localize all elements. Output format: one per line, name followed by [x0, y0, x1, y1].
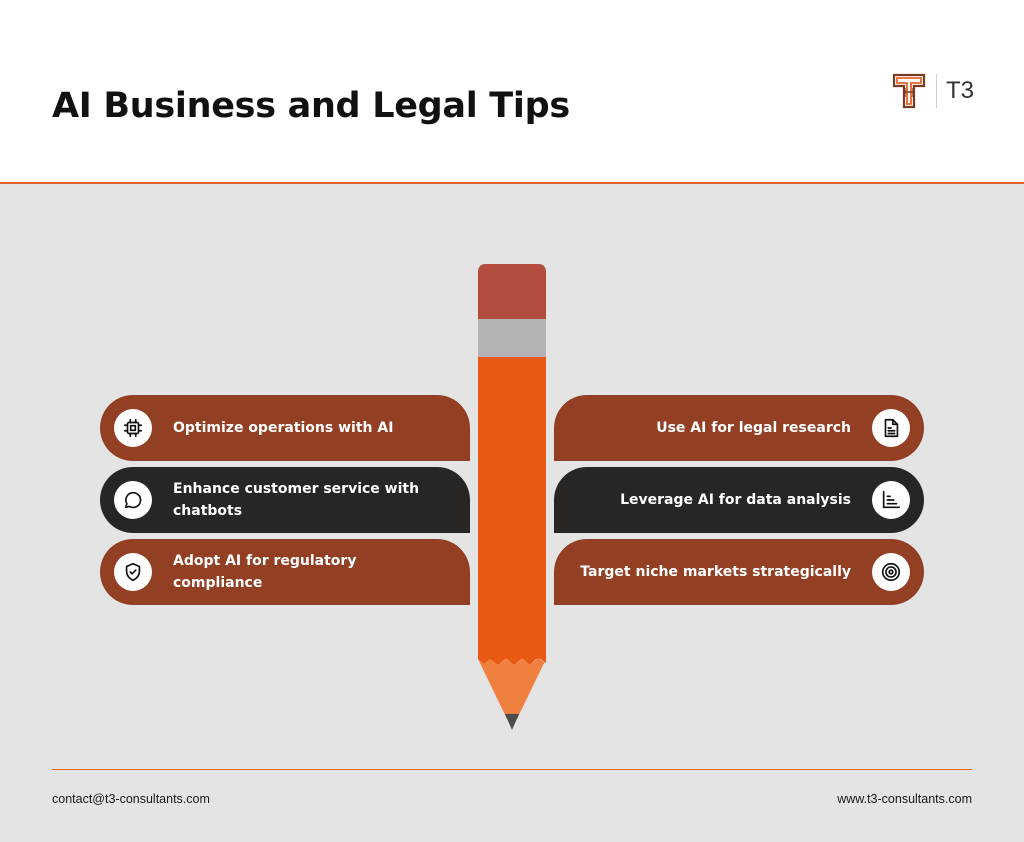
- page-title: AI Business and Legal Tips: [52, 86, 570, 126]
- tip-label: Leverage AI for data analysis: [620, 492, 851, 508]
- tip-label: Enhance customer service with chatbots: [173, 481, 420, 519]
- footer-divider: [52, 769, 972, 770]
- footer-website[interactable]: www.t3-consultants.com: [837, 792, 972, 806]
- shield-check-icon: [114, 553, 152, 591]
- logo-divider: [936, 74, 937, 108]
- tip-label: Target niche markets strategically: [580, 564, 851, 580]
- pencil-illustration: [478, 264, 546, 730]
- logo-text: T3: [946, 77, 975, 104]
- pencil-lead: [505, 714, 519, 730]
- cpu-chip-icon: [114, 409, 152, 447]
- pencil-eraser: [478, 264, 546, 319]
- tip-card-niche-markets: Target niche markets strategically: [554, 539, 924, 605]
- bar-chart-icon: [872, 481, 910, 519]
- tip-card-regulatory-compliance: Adopt AI for regulatory compliance: [100, 539, 470, 605]
- target-icon: [872, 553, 910, 591]
- chat-bubble-icon: [114, 481, 152, 519]
- footer-email[interactable]: contact@t3-consultants.com: [52, 792, 210, 806]
- tip-card-optimize-operations: Optimize operations with AI: [100, 395, 470, 461]
- document-icon: [872, 409, 910, 447]
- tip-label: Use AI for legal research: [656, 420, 851, 436]
- tip-card-customer-service: Enhance customer service with chatbots: [100, 467, 470, 533]
- tip-card-data-analysis: Leverage AI for data analysis: [554, 467, 924, 533]
- pencil-ferrule: [478, 319, 546, 357]
- brand-logo[interactable]: T3: [892, 72, 982, 110]
- tip-card-legal-research: Use AI for legal research: [554, 395, 924, 461]
- t3-logo-icon: [892, 73, 926, 109]
- pencil-body: [478, 357, 546, 659]
- pencil-wood-tip: [478, 658, 546, 719]
- tip-label: Optimize operations with AI: [173, 420, 394, 436]
- infographic: Optimize operations with AI Enhance cust…: [0, 186, 1024, 766]
- header: AI Business and Legal Tips T3: [0, 0, 1024, 184]
- tip-label: Adopt AI for regulatory compliance: [173, 553, 357, 591]
